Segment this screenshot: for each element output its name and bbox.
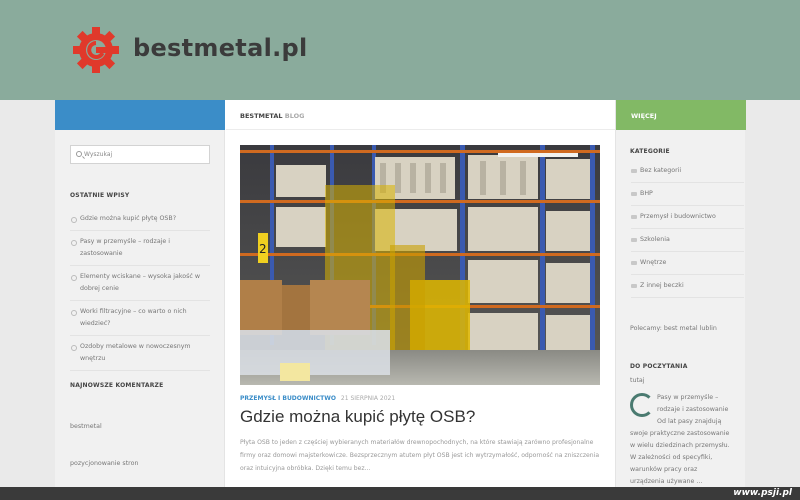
- recent-post-link[interactable]: Gdzie można kupić płytę OSB?: [70, 208, 210, 231]
- recent-post-link[interactable]: Ozdoby metalowe w nowoczesnym wnętrzu: [70, 336, 210, 371]
- svg-text:2: 2: [259, 242, 267, 256]
- read-post-snippet[interactable]: Pasy w przemyśle – rodzaje i zastosowani…: [630, 392, 732, 488]
- search-input[interactable]: [84, 148, 204, 161]
- recommend-link[interactable]: Polecamy: best metal lublin: [630, 325, 717, 332]
- gear-logo-icon[interactable]: [72, 26, 120, 74]
- left-accent-bar: [55, 100, 225, 130]
- recent-post-link[interactable]: Worki filtracyjne – co warto o nich wied…: [70, 301, 210, 336]
- category-link[interactable]: Wnętrze: [631, 252, 744, 275]
- post-title-link[interactable]: Gdzie można kupić płytę OSB?: [240, 407, 475, 427]
- search-box[interactable]: [70, 145, 210, 164]
- comment-author-link[interactable]: bestmetal: [70, 423, 102, 430]
- comment-author-link[interactable]: pozycjonowanie stron: [70, 460, 138, 467]
- category-link[interactable]: Szkolenia: [631, 229, 744, 252]
- category-link[interactable]: Z innej beczki: [631, 275, 744, 298]
- post-thumbnail-icon: [630, 393, 654, 417]
- site-name[interactable]: bestmetal.pl: [133, 34, 308, 62]
- read-title: DO POCZYTANIA: [630, 363, 688, 370]
- recent-posts-list: Gdzie można kupić płytę OSB? Pasy w prze…: [70, 208, 210, 371]
- read-author-link[interactable]: tutaj: [630, 377, 645, 384]
- recent-post-link[interactable]: Elementy wciskane – wysoka jakość w dobr…: [70, 266, 210, 301]
- featured-image-warehouse[interactable]: 2: [240, 145, 600, 385]
- category-link[interactable]: Bez kategorii: [631, 160, 744, 183]
- post-category-link[interactable]: PRZEMYSŁ I BUDOWNICTWO: [240, 395, 336, 402]
- recent-comments-title: NAJNOWSZE KOMENTARZE: [70, 382, 164, 389]
- right-accent-bar: WIĘCEJ: [616, 100, 746, 130]
- blog-heading: BESTMETAL BLOG: [240, 112, 305, 120]
- post-excerpt: Płyta OSB to jeden z częściej wybieranyc…: [240, 439, 600, 472]
- categories-list: Bez kategorii BHP Przemysł i budownictwo…: [631, 160, 744, 298]
- more-heading: WIĘCEJ: [631, 112, 657, 120]
- site-header: bestmetal.pl: [0, 0, 800, 100]
- content-header: BESTMETAL BLOG: [226, 100, 615, 130]
- categories-title: KATEGORIE: [630, 148, 670, 155]
- category-link[interactable]: Przemysł i budownictwo: [631, 206, 744, 229]
- watermark: www.psji.pl: [733, 488, 792, 498]
- post-date: 21 SIERPNIA 2021: [340, 395, 396, 402]
- watermark-bar: [0, 487, 800, 500]
- category-link[interactable]: BHP: [631, 183, 744, 206]
- recent-posts-title: OSTATNIE WPISY: [70, 192, 130, 199]
- post-meta: PRZEMYSŁ I BUDOWNICTWO 21 SIERPNIA 2021: [240, 395, 395, 402]
- recent-post-link[interactable]: Pasy w przemyśle – rodzaje i zastosowani…: [70, 231, 210, 266]
- search-icon: [76, 151, 82, 157]
